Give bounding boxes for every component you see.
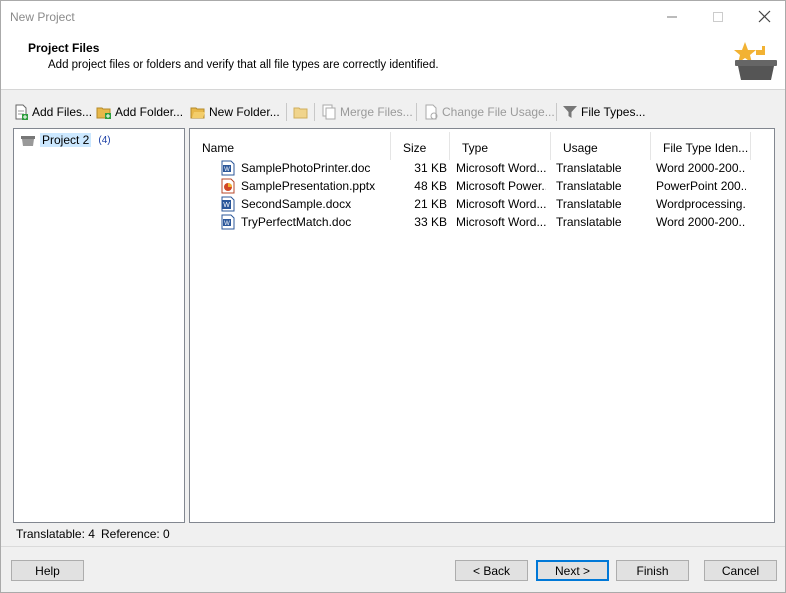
change-file-usage-label: Change File Usage... xyxy=(442,105,555,119)
file-type: Microsoft Word... xyxy=(456,161,546,175)
svg-text:W: W xyxy=(224,167,230,173)
cancel-button[interactable]: Cancel xyxy=(704,560,777,581)
file-row[interactable]: SamplePresentation.pptx 48 KB Microsoft … xyxy=(190,177,750,195)
minimize-button[interactable] xyxy=(649,1,695,32)
project-file-count: (4) xyxy=(98,134,111,146)
word-docx-icon: W xyxy=(221,196,235,212)
file-size: 21 KB xyxy=(414,197,447,211)
toolbar-separator xyxy=(416,103,417,121)
maximize-icon xyxy=(713,11,723,22)
word-doc-icon: W xyxy=(221,160,235,176)
file-types-button[interactable]: File Types... xyxy=(562,101,645,123)
add-files-icon xyxy=(13,104,29,120)
reference-count: Reference: 0 xyxy=(101,527,170,541)
toolbar-separator xyxy=(314,103,315,121)
file-type: Microsoft Power... xyxy=(456,179,546,193)
file-type-identifier: PowerPoint 200... xyxy=(656,179,746,193)
column-header-name[interactable]: Name xyxy=(190,132,391,160)
folder-icon xyxy=(293,104,309,120)
window-title: New Project xyxy=(10,10,75,24)
file-size: 48 KB xyxy=(414,179,447,193)
svg-text:W: W xyxy=(224,221,230,227)
toolbar-separator xyxy=(286,103,287,121)
project-tree[interactable]: Project 2 (4) xyxy=(13,128,185,523)
column-header-type[interactable]: Type xyxy=(450,132,551,160)
tree-item-project[interactable]: Project 2 (4) xyxy=(20,132,111,148)
add-files-label: Add Files... xyxy=(32,105,93,119)
new-folder-button[interactable]: New Folder... xyxy=(190,101,280,123)
project-basket-icon xyxy=(21,136,35,146)
change-usage-icon xyxy=(423,104,439,120)
toolbar: Add Files... Add Folder... New Folder... xyxy=(1,99,785,125)
title-bar: New Project xyxy=(1,1,785,32)
add-files-button[interactable]: Add Files... xyxy=(13,101,92,123)
file-type-identifier: Wordprocessing... xyxy=(656,197,746,211)
file-usage: Translatable xyxy=(556,179,622,193)
merge-files-button[interactable]: Merge Files... xyxy=(321,101,413,123)
page-description: Add project files or folders and verify … xyxy=(48,59,439,71)
file-row[interactable]: W SecondSample.docx 21 KB Microsoft Word… xyxy=(190,195,750,213)
footer-divider xyxy=(1,546,785,547)
file-name: SecondSample.docx xyxy=(241,197,352,211)
project-name: Project 2 xyxy=(40,133,92,147)
open-folder-button[interactable] xyxy=(293,101,309,123)
file-size: 31 KB xyxy=(414,161,447,175)
finish-button[interactable]: Finish xyxy=(616,560,689,581)
file-type: Microsoft Word... xyxy=(456,197,546,211)
minimize-icon xyxy=(667,16,677,17)
help-button[interactable]: Help xyxy=(11,560,84,581)
file-row[interactable]: W TryPerfectMatch.doc 33 KB Microsoft Wo… xyxy=(190,213,750,231)
page-title: Project Files xyxy=(28,41,100,55)
back-button[interactable]: < Back xyxy=(455,560,528,581)
close-icon xyxy=(758,10,770,23)
file-types-label: File Types... xyxy=(581,105,646,119)
file-list[interactable]: Name Size Type Usage File Type Iden... W… xyxy=(189,128,775,523)
merge-files-label: Merge Files... xyxy=(340,105,413,119)
file-name: SamplePresentation.pptx xyxy=(241,179,376,193)
file-usage: Translatable xyxy=(556,161,622,175)
merge-files-icon xyxy=(321,104,337,120)
wizard-header: Project Files Add project files or folde… xyxy=(1,32,785,90)
column-header-size[interactable]: Size xyxy=(391,132,450,160)
toolbar-separator xyxy=(556,103,557,121)
file-usage: Translatable xyxy=(556,215,622,229)
file-name: SamplePhotoPrinter.doc xyxy=(241,161,371,175)
file-name: TryPerfectMatch.doc xyxy=(241,215,352,229)
add-folder-button[interactable]: Add Folder... xyxy=(96,101,183,123)
translatable-count: Translatable: 4 xyxy=(16,527,95,541)
change-file-usage-button[interactable]: Change File Usage... xyxy=(423,101,555,123)
close-button[interactable] xyxy=(741,1,786,32)
new-folder-icon xyxy=(190,104,206,120)
file-size: 33 KB xyxy=(414,215,447,229)
column-header-usage[interactable]: Usage xyxy=(551,132,651,160)
file-type-identifier: Word 2000-200... xyxy=(656,161,746,175)
file-usage: Translatable xyxy=(556,197,622,211)
project-basket-star-icon xyxy=(734,42,777,80)
column-header-file-type[interactable]: File Type Iden... xyxy=(651,132,751,160)
add-folder-icon xyxy=(96,104,112,120)
file-type-identifier: Word 2000-200... xyxy=(656,215,746,229)
file-row[interactable]: W SamplePhotoPrinter.doc 31 KB Microsoft… xyxy=(190,159,750,177)
file-type: Microsoft Word... xyxy=(456,215,546,229)
powerpoint-icon xyxy=(221,178,235,194)
next-button[interactable]: Next > xyxy=(536,560,609,581)
filter-icon xyxy=(562,104,578,120)
svg-text:W: W xyxy=(223,202,230,209)
maximize-button[interactable] xyxy=(695,1,741,32)
new-folder-label: New Folder... xyxy=(209,105,280,119)
word-doc-icon: W xyxy=(221,214,235,230)
add-folder-label: Add Folder... xyxy=(115,105,184,119)
new-project-dialog: New Project Project Files Add project fi… xyxy=(0,0,786,593)
